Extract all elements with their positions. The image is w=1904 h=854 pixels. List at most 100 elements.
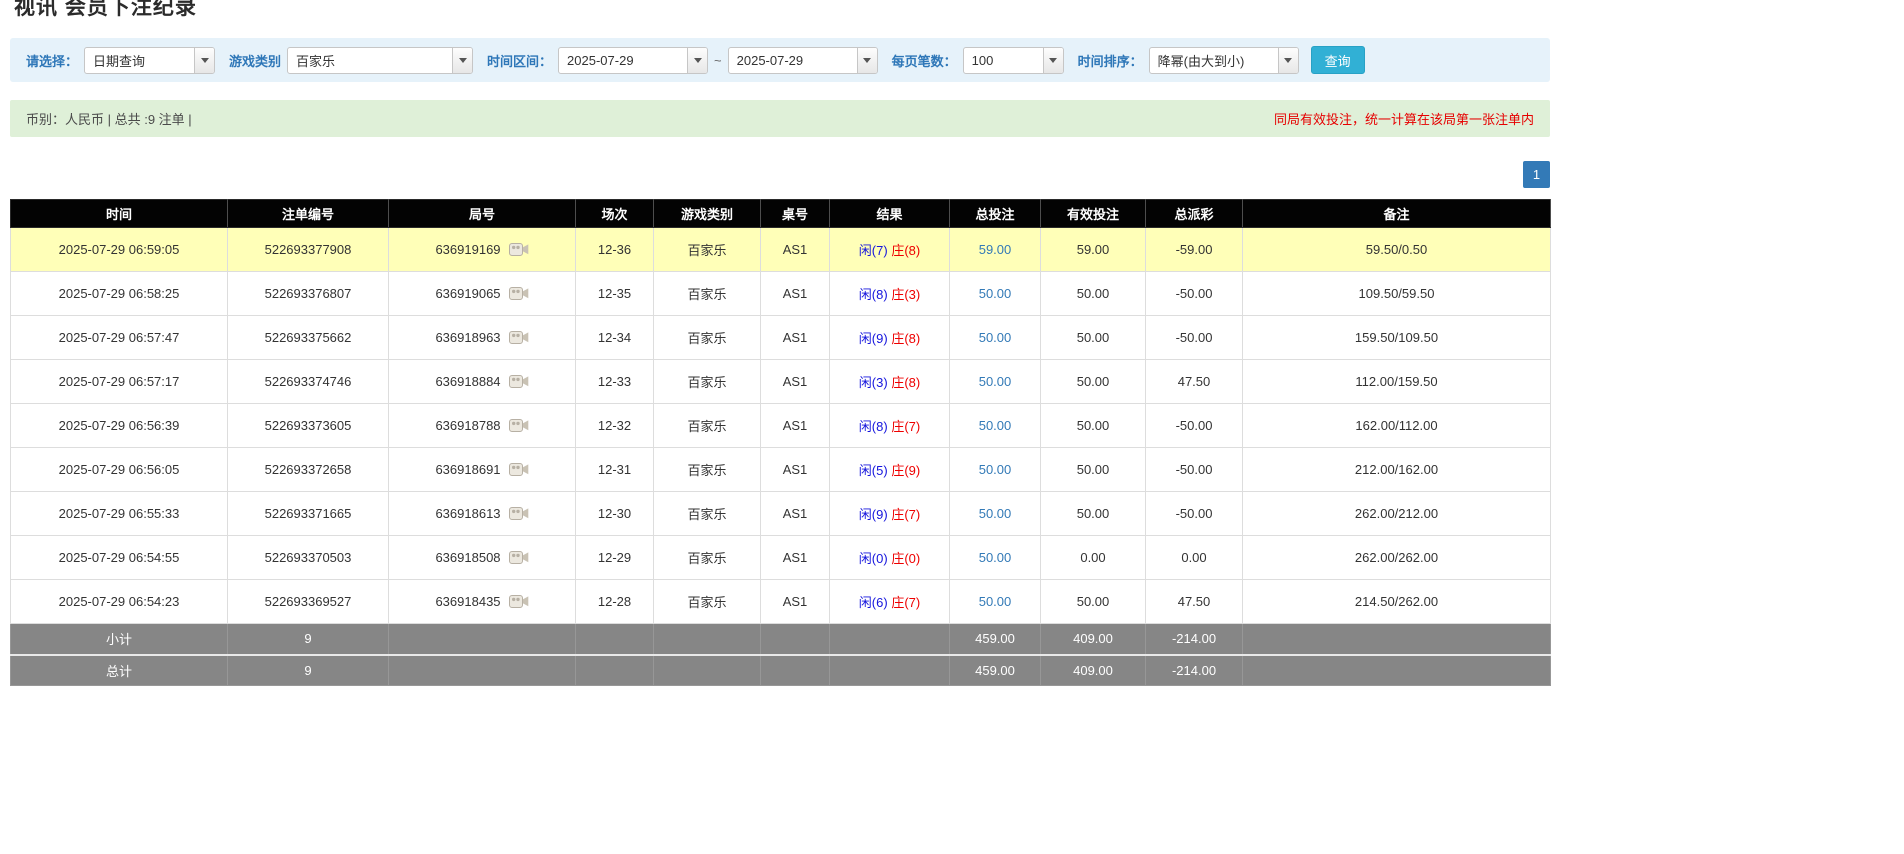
payout-cell: -50.00: [1145, 403, 1243, 448]
video-icon[interactable]: [508, 594, 529, 609]
result-cell: 闲(7) 庄(8): [829, 227, 950, 272]
table-row: 2025-07-29 06:57:17 522693374746 636918884…: [10, 359, 1551, 404]
payout-cell: 47.50: [1145, 359, 1243, 404]
table-row: 2025-07-29 06:55:33 522693371665 636918613…: [10, 491, 1551, 536]
chevron-down-icon[interactable]: [856, 47, 877, 73]
date-end-select[interactable]: 2025-07-29: [727, 46, 878, 74]
game-type-cell: 百家乐: [653, 579, 761, 624]
game-type-cell: 百家乐: [653, 491, 761, 536]
session-cell: 12-32: [575, 403, 654, 448]
total-bet-link[interactable]: 50.00: [979, 418, 1012, 433]
player-result: 闲(0): [858, 551, 888, 566]
sort-select[interactable]: 降幂(由大到小): [1148, 46, 1299, 74]
query-button[interactable]: 查询: [1310, 46, 1365, 74]
total-bet-cell: 50.00: [949, 535, 1041, 580]
footer-payout-cell: -214.00: [1145, 653, 1243, 686]
date-end-value: 2025-07-29: [736, 52, 804, 68]
per-page-label: 每页笔数：: [891, 53, 957, 69]
remark-cell: 262.00/262.00: [1242, 535, 1551, 580]
time-cell: 2025-07-29 06:57:47: [10, 315, 228, 360]
round-cell: 636918613: [388, 491, 576, 536]
range-separator: ~: [714, 52, 722, 68]
footer-empty-cell: [575, 653, 654, 686]
video-icon[interactable]: [508, 242, 529, 257]
sort-label: 时间排序：: [1077, 53, 1143, 69]
game-type-select[interactable]: 百家乐: [287, 46, 474, 74]
remark-cell: 214.50/262.00: [1242, 579, 1551, 624]
chevron-down-icon[interactable]: [1277, 47, 1298, 73]
footer-empty-cell: [388, 653, 576, 686]
bet-id-cell: 522693377908: [227, 227, 389, 272]
valid-bet-cell: 50.00: [1040, 403, 1146, 448]
date-start-value: 2025-07-29: [567, 52, 634, 68]
player-result: 闲(8): [858, 419, 888, 434]
content-container: 视讯 会员下注纪录 请选择： 日期查询 游戏类别 百家乐 时间区间： 2025-…: [10, 0, 1551, 686]
chevron-down-icon[interactable]: [1042, 47, 1063, 73]
table-row: 2025-07-29 06:54:23 522693369527 636918435…: [10, 579, 1551, 624]
banker-result: 庄(8): [891, 375, 921, 390]
bet-records-table: 时间 注单编号 局号 场次 游戏类别 桌号 结果 总投注 有效投注 总派彩 备注 2025-07-2…: [10, 199, 1551, 686]
banker-result: 庄(3): [891, 287, 921, 302]
table-no-cell: AS1: [760, 315, 830, 360]
payout-cell: 0.00: [1145, 535, 1243, 580]
video-icon[interactable]: [508, 418, 529, 433]
banker-result: 庄(8): [891, 243, 921, 258]
column-header: 总派彩: [1145, 199, 1243, 228]
bet-id-cell: 522693369527: [227, 579, 389, 624]
table-row: 2025-07-29 06:56:39 522693373605 636918788…: [10, 403, 1551, 448]
date-start-select[interactable]: 2025-07-29: [558, 46, 709, 74]
result-cell: 闲(0) 庄(0): [829, 535, 950, 580]
bet-id-cell: 522693376807: [227, 271, 389, 316]
valid-bet-cell: 59.00: [1040, 227, 1146, 272]
valid-bet-cell: 50.00: [1040, 271, 1146, 316]
video-icon[interactable]: [508, 374, 529, 389]
total-bet-cell: 50.00: [949, 359, 1041, 404]
total-bet-link[interactable]: 50.00: [979, 462, 1012, 477]
total-bet-link[interactable]: 50.00: [979, 594, 1012, 609]
per-page-select[interactable]: 100: [962, 46, 1064, 74]
total-row: 总计 9 459.00 409.00 -214.00: [10, 653, 1551, 686]
chevron-down-icon[interactable]: [687, 47, 708, 73]
game-type-cell: 百家乐: [653, 447, 761, 492]
chevron-down-icon[interactable]: [452, 47, 473, 73]
table-body: 2025-07-29 06:59:05 522693377908 636919169…: [10, 227, 1551, 624]
filter-bar: 请选择： 日期查询 游戏类别 百家乐 时间区间： 2025-07-29 ~ 20…: [10, 38, 1550, 82]
query-type-value: 日期查询: [93, 53, 146, 69]
valid-bet-cell: 50.00: [1040, 447, 1146, 492]
total-bet-link[interactable]: 50.00: [979, 506, 1012, 521]
video-icon[interactable]: [508, 550, 529, 565]
total-bet-link[interactable]: 50.00: [979, 550, 1012, 565]
column-header: 注单编号: [227, 199, 389, 228]
total-bet-link[interactable]: 59.00: [979, 242, 1012, 257]
summary-currency-total: 币别：人民币 | 总共 :9 注单 |: [26, 112, 192, 127]
session-cell: 12-36: [575, 227, 654, 272]
footer-empty-cell: [760, 653, 830, 686]
video-icon[interactable]: [508, 330, 529, 345]
total-bet-link[interactable]: 50.00: [979, 330, 1012, 345]
summary-bar: 币别：人民币 | 总共 :9 注单 | 同局有效投注，统一计算在该局第一张注单内: [10, 100, 1550, 137]
footer-empty-cell: [388, 623, 576, 655]
summary-notice: 同局有效投注，统一计算在该局第一张注单内: [1273, 112, 1534, 127]
round-cell: 636919065: [388, 271, 576, 316]
total-bet-link[interactable]: 50.00: [979, 374, 1012, 389]
payout-cell: -50.00: [1145, 447, 1243, 492]
table-foot: 小计 9 459.00 409.00 -214.00 总计 9 459.00 409.00 -21…: [10, 623, 1551, 686]
remark-cell: 212.00/162.00: [1242, 447, 1551, 492]
column-header: 桌号: [760, 199, 830, 228]
query-type-select[interactable]: 日期查询: [84, 46, 216, 74]
remark-cell: 112.00/159.50: [1242, 359, 1551, 404]
chevron-down-icon[interactable]: [194, 47, 215, 73]
page-1-button[interactable]: 1: [1523, 161, 1550, 188]
session-cell: 12-31: [575, 447, 654, 492]
total-bet-link[interactable]: 50.00: [979, 286, 1012, 301]
player-result: 闲(6): [858, 595, 888, 610]
video-icon[interactable]: [508, 286, 529, 301]
video-icon[interactable]: [508, 506, 529, 521]
bet-id-cell: 522693372658: [227, 447, 389, 492]
footer-empty-cell: [760, 623, 830, 655]
bet-id-cell: 522693370503: [227, 535, 389, 580]
column-header: 局号: [388, 199, 576, 228]
total-bet-cell: 50.00: [949, 447, 1041, 492]
video-icon[interactable]: [508, 462, 529, 477]
total-bet-cell: 50.00: [949, 403, 1041, 448]
